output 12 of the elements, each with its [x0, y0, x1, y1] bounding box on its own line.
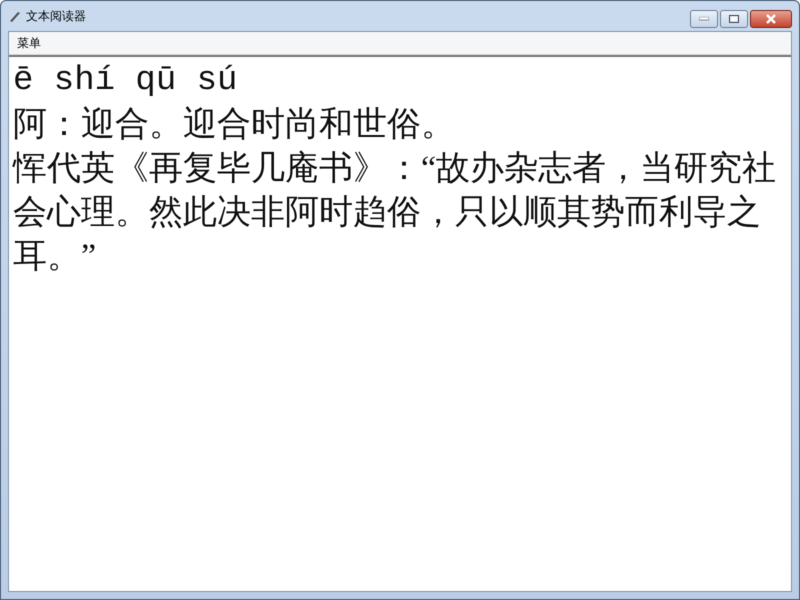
close-button[interactable] [750, 10, 792, 28]
maximize-icon [729, 15, 739, 23]
close-icon [765, 14, 777, 24]
menu-item[interactable]: 菜单 [9, 34, 49, 52]
pinyin-text: ē shí qū sú [13, 61, 238, 102]
minimize-icon [699, 17, 709, 21]
definition-text: 阿：迎合。迎合时尚和世俗。 [13, 105, 456, 145]
pen-icon [8, 9, 22, 23]
window-title: 文本阅读器 [26, 8, 86, 24]
minimize-button[interactable] [690, 10, 718, 28]
maximize-button[interactable] [720, 10, 748, 28]
quotation-text: 恽代英《再复毕几庵书》：“故办杂志者，当研究社会心理。然此决非阿时趋俗，只以顺其势而利导之耳。” [13, 149, 778, 277]
